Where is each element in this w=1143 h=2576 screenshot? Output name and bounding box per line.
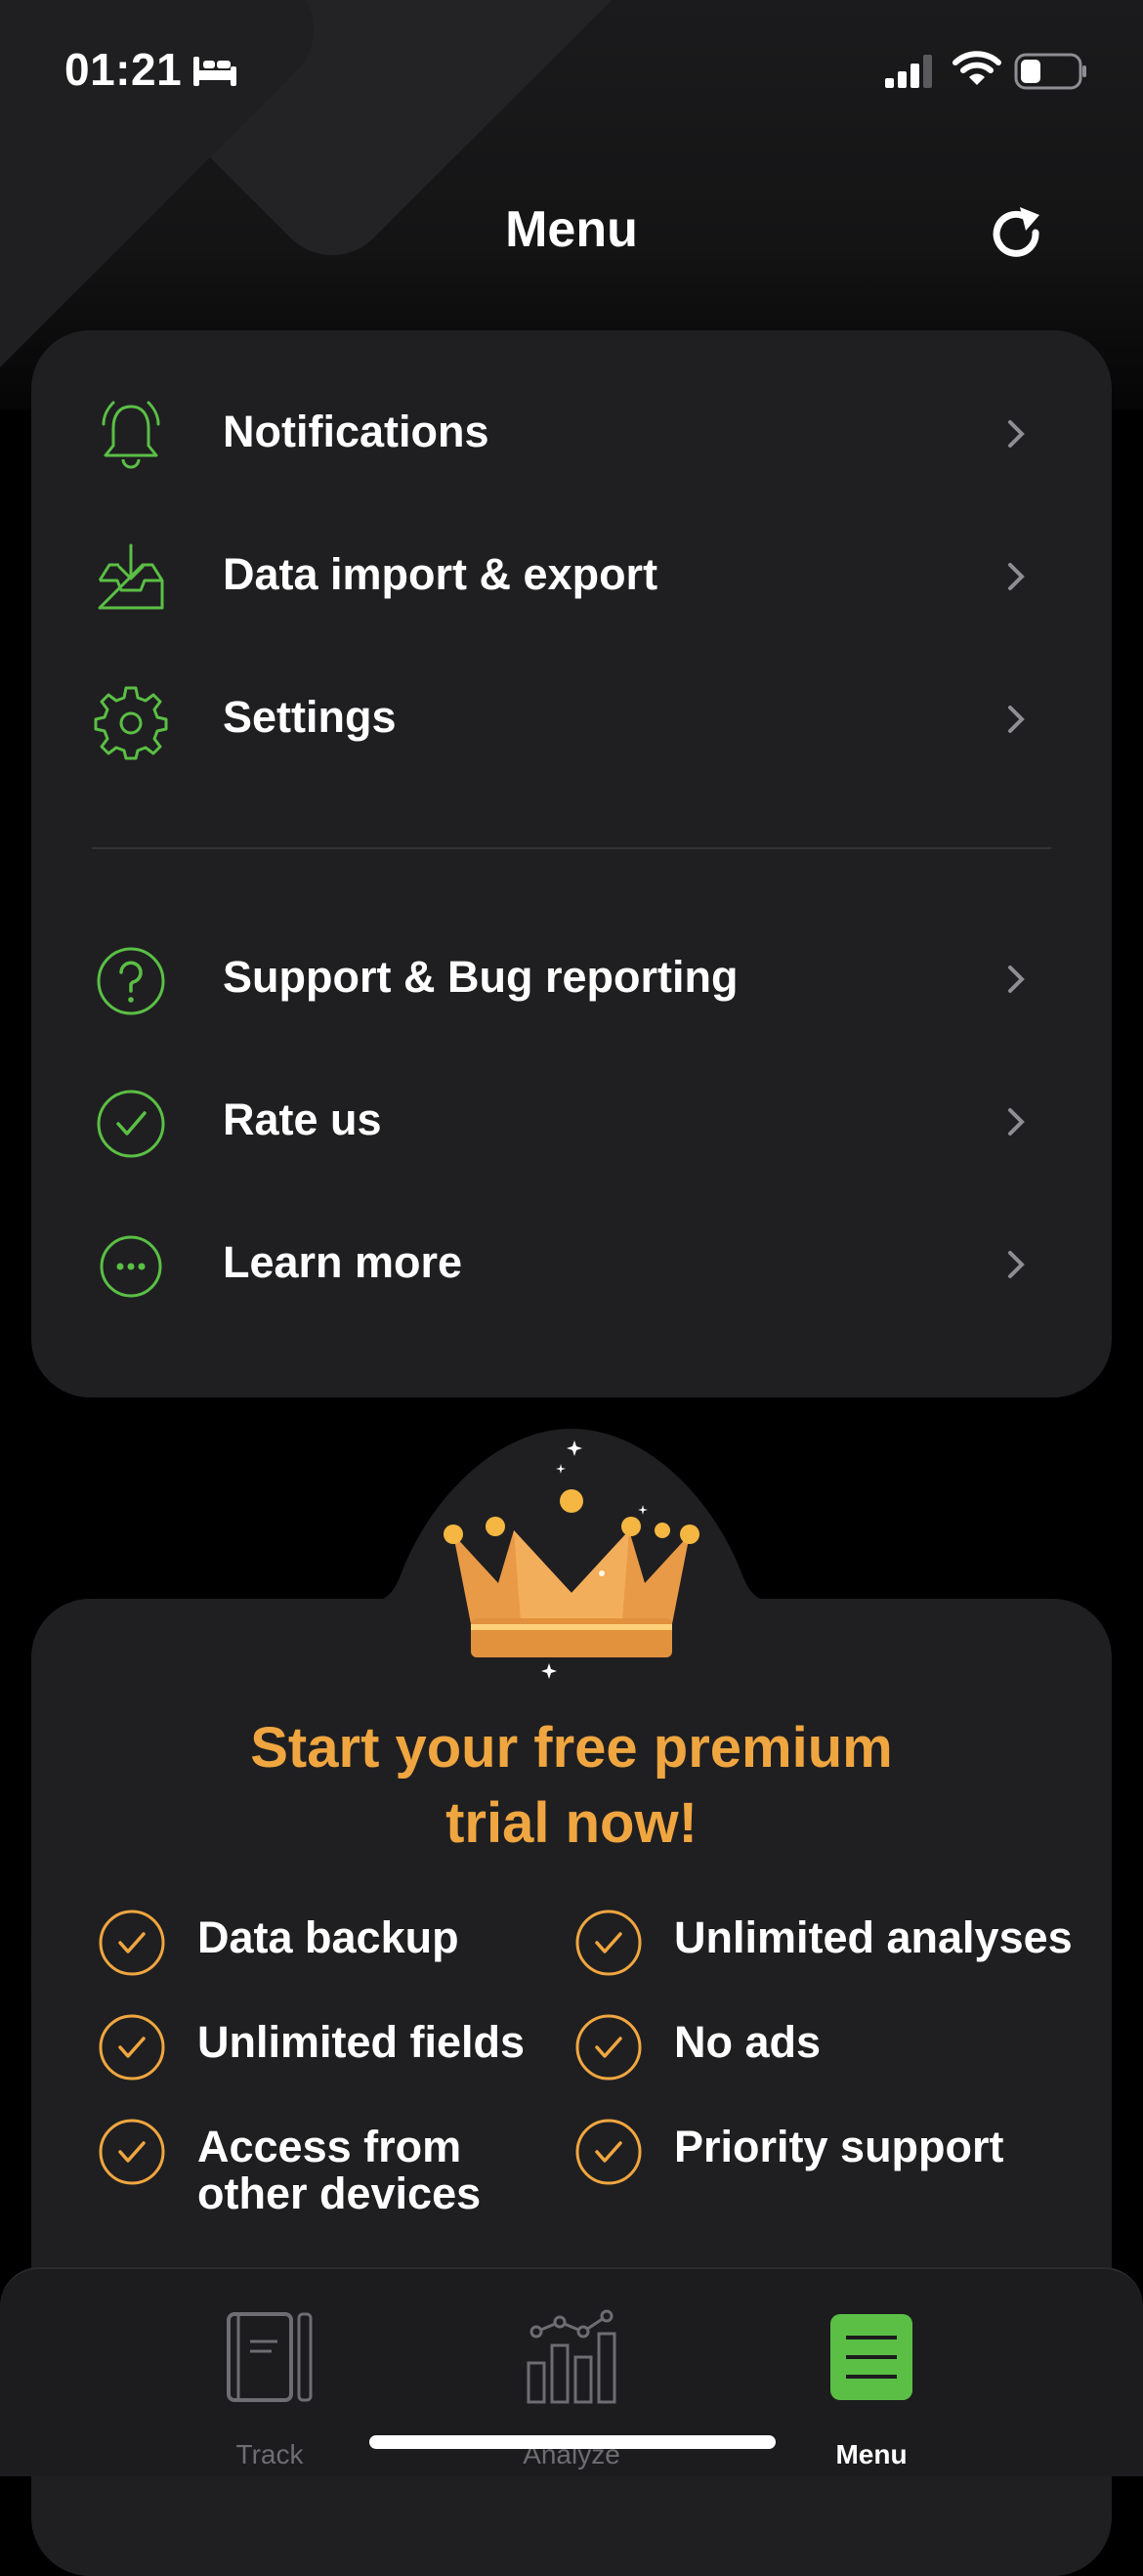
inbox-download-icon <box>98 543 164 610</box>
tab-label: Menu <box>835 2439 908 2469</box>
home-indicator[interactable] <box>369 2435 776 2449</box>
premium-title: Start your free premium trial now! <box>0 1710 1143 1861</box>
wifi-icon <box>952 51 1001 85</box>
menu-item-label: Data import & export <box>223 549 658 599</box>
bell-icon <box>102 401 160 469</box>
feature-label: Priority support <box>674 2122 1004 2171</box>
check-circle-icon <box>575 2119 642 2185</box>
feature-label: Access from other devices <box>197 2124 481 2217</box>
menu-item-label: Rate us <box>223 1095 382 1144</box>
feature-label: No ads <box>674 2017 822 2067</box>
status-bar: 01:21 <box>0 0 1143 147</box>
page-title: Menu <box>505 201 638 258</box>
check-circle-icon <box>575 1910 642 1976</box>
menu-item-label: Notifications <box>223 407 489 456</box>
chevron-right-icon <box>1008 563 1025 590</box>
feature-label: Unlimited analyses <box>674 1912 1073 1962</box>
menu-item-settings[interactable]: Settings <box>31 657 1112 774</box>
menu-icon <box>830 2314 912 2400</box>
tab-label: Track <box>235 2439 304 2469</box>
menu-item-support[interactable]: Support & Bug reporting <box>31 917 1112 1034</box>
gear-icon <box>94 686 168 760</box>
bed-icon <box>193 57 236 86</box>
tab-track[interactable]: Track <box>172 2308 367 2469</box>
check-circle-icon <box>99 2014 165 2081</box>
more-circle-icon <box>100 1235 162 1298</box>
feature-label: Data backup <box>197 1912 459 1962</box>
menu-item-learn-more[interactable]: Learn more <box>31 1202 1112 1319</box>
check-circle-icon <box>99 1910 165 1976</box>
check-circle-icon <box>97 1090 165 1158</box>
chevron-right-icon <box>1008 1108 1025 1136</box>
check-circle-icon <box>99 2119 165 2185</box>
menu-divider <box>92 847 1051 849</box>
refresh-icon[interactable] <box>987 203 1049 266</box>
chart-icon <box>527 2309 616 2404</box>
menu-card: Notifications Data import & export Setti… <box>31 330 1112 1397</box>
signal-icon <box>885 55 932 88</box>
feature-label: Unlimited fields <box>197 2017 526 2067</box>
menu-item-label: Settings <box>223 692 397 742</box>
premium-title-line: Start your free premium <box>250 1716 893 1780</box>
menu-item-label: Support & Bug reporting <box>223 952 739 1002</box>
menu-item-notifications[interactable]: Notifications <box>31 371 1112 489</box>
chevron-right-icon <box>1008 966 1025 993</box>
notebook-icon <box>227 2312 313 2402</box>
crown-icon <box>444 1440 699 1679</box>
status-time: 01:21 <box>64 44 183 95</box>
feature-label-line: Access from <box>197 2122 462 2171</box>
feature-label-line: other devices <box>197 2168 482 2218</box>
chevron-right-icon <box>1008 420 1025 448</box>
menu-item-label: Learn more <box>223 1237 463 1287</box>
tab-menu[interactable]: Menu <box>774 2308 969 2469</box>
chevron-right-icon <box>1008 1251 1025 1278</box>
menu-item-data-import-export[interactable]: Data import & export <box>31 514 1112 631</box>
question-circle-icon <box>97 947 165 1015</box>
chevron-right-icon <box>1008 706 1025 733</box>
check-circle-icon <box>575 2014 642 2081</box>
premium-title-line: trial now! <box>445 1791 698 1855</box>
battery-icon <box>1014 53 1086 90</box>
menu-item-rate-us[interactable]: Rate us <box>31 1059 1112 1177</box>
